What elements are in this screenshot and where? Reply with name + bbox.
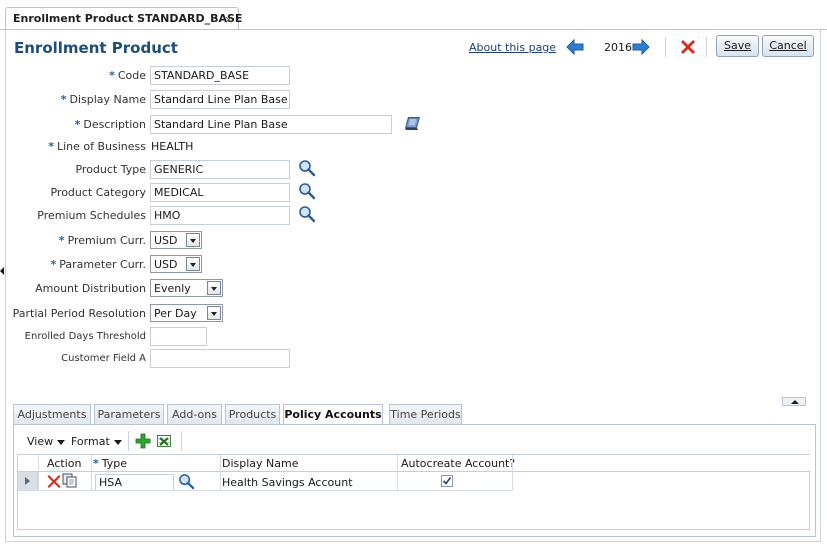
display-name-label: * Display Name — [60, 93, 146, 106]
customer-field-a-label: Customer Field A — [61, 353, 146, 364]
column-header-type: * Type — [93, 457, 128, 470]
parameter-curr-select[interactable]: USD — [150, 255, 202, 273]
description-field[interactable]: Standard Line Plan Base — [150, 115, 392, 134]
toolbar-separator — [706, 37, 707, 57]
previous-arrow-icon[interactable] — [566, 39, 584, 55]
about-this-page-link[interactable]: About this page — [469, 41, 556, 54]
save-button[interactable]: Save — [716, 35, 759, 57]
toolbar-separator — [181, 431, 182, 451]
row-selector[interactable] — [18, 472, 38, 490]
premium-curr-select[interactable]: USD — [150, 231, 202, 249]
customer-field-a-field[interactable] — [150, 349, 290, 368]
format-menu[interactable]: Format — [71, 435, 122, 448]
autocreate-checkbox[interactable] — [441, 475, 453, 487]
chevron-down-icon[interactable] — [207, 281, 221, 295]
line-of-business-label: * Line of Business — [48, 140, 146, 153]
translate-book-icon[interactable] — [404, 115, 422, 131]
checkmark-icon — [442, 477, 452, 485]
table-header: Action * Type Display Name Autocreate Acc… — [18, 455, 811, 472]
document-tab-strip: Enrollment Product STANDARD_BASE × — [0, 0, 827, 30]
close-icon[interactable]: × — [224, 13, 233, 26]
premium-curr-label: * Premium Curr. — [58, 234, 146, 247]
code-label: * Code — [109, 69, 146, 82]
column-header-action: Action — [47, 457, 82, 470]
column-header-autocreate: Autocreate Account? — [401, 457, 516, 470]
parameter-curr-value: USD — [154, 258, 178, 271]
chevron-down-icon[interactable] — [186, 257, 200, 271]
enrolled-days-threshold-field[interactable] — [150, 327, 207, 346]
column-divider — [397, 455, 398, 490]
search-icon[interactable] — [178, 473, 195, 490]
export-excel-icon[interactable] — [156, 433, 172, 449]
premium-schedules-label: Premium Schedules — [37, 209, 146, 222]
document-tab[interactable]: Enrollment Product STANDARD_BASE × — [5, 7, 243, 30]
line-of-business-value: HEALTH — [151, 140, 194, 153]
tab-products[interactable]: Products — [225, 404, 280, 425]
search-icon[interactable] — [298, 182, 316, 200]
document-tab-label: Enrollment Product STANDARD_BASE — [13, 12, 243, 25]
premium-curr-value: USD — [154, 234, 178, 247]
chevron-down-icon[interactable] — [186, 233, 200, 247]
toolbar-separator — [665, 37, 666, 57]
collapse-panel-button[interactable] — [782, 397, 806, 406]
column-divider — [512, 455, 513, 490]
column-header-display-name: Display Name — [222, 457, 299, 470]
duplicate-row-icon[interactable] — [62, 473, 78, 488]
delete-icon[interactable] — [680, 38, 696, 54]
next-arrow-icon[interactable] — [632, 39, 650, 55]
cancel-button-label: Cancel — [769, 39, 807, 52]
page-title: Enrollment Product — [14, 39, 178, 57]
amount-distribution-select[interactable]: Evenly — [150, 279, 223, 297]
view-menu[interactable]: View — [27, 435, 66, 448]
amount-distribution-value: Evenly — [154, 282, 191, 295]
chevron-down-icon[interactable] — [207, 306, 221, 320]
toolbar-separator — [128, 431, 129, 451]
product-type-field[interactable]: GENERIC — [150, 160, 290, 179]
cancel-button[interactable]: Cancel — [762, 35, 814, 57]
type-field[interactable]: HSA — [95, 474, 174, 491]
splitter-collapse-left[interactable] — [0, 264, 5, 278]
premium-schedules-field[interactable]: HMO — [150, 206, 290, 225]
tab-policy-accounts[interactable]: Policy Accounts — [283, 404, 383, 426]
policy-accounts-table: Action * Type Display Name Autocreate Acc… — [17, 454, 811, 530]
product-type-label: Product Type — [75, 163, 146, 176]
amount-distribution-label: Amount Distribution — [35, 282, 146, 295]
tab-parameters[interactable]: Parameters — [94, 404, 164, 425]
column-divider — [38, 455, 39, 490]
display-name-field[interactable]: Standard Line Plan Base — [150, 90, 290, 109]
product-category-field[interactable]: MEDICAL — [150, 183, 290, 202]
delete-row-icon[interactable] — [47, 474, 61, 488]
search-icon[interactable] — [298, 205, 316, 223]
description-label: * Description — [74, 118, 146, 131]
column-divider — [220, 455, 221, 490]
partial-period-resolution-select[interactable]: Per Day — [150, 304, 223, 322]
add-row-icon[interactable] — [135, 433, 151, 449]
tab-adjustments[interactable]: Adjustments — [13, 404, 91, 425]
code-field[interactable]: STANDARD_BASE — [150, 66, 290, 85]
parameter-curr-label: * Parameter Curr. — [50, 258, 146, 271]
enrolled-days-threshold-label: Enrolled Days Threshold — [24, 331, 146, 342]
search-icon[interactable] — [298, 159, 316, 177]
partial-period-resolution-value: Per Day — [154, 307, 197, 320]
display-name-cell: Health Savings Account — [222, 476, 353, 489]
product-category-label: Product Category — [50, 186, 146, 199]
year-label: 2016 — [604, 41, 632, 54]
row-divider — [18, 490, 513, 491]
tab-time-periods[interactable]: Time Periods — [389, 404, 462, 425]
partial-period-resolution-label: Partial Period Resolution — [12, 307, 146, 320]
column-divider — [91, 455, 92, 490]
tab-add-ons[interactable]: Add-ons — [167, 404, 222, 425]
save-button-label: Save — [723, 39, 751, 52]
